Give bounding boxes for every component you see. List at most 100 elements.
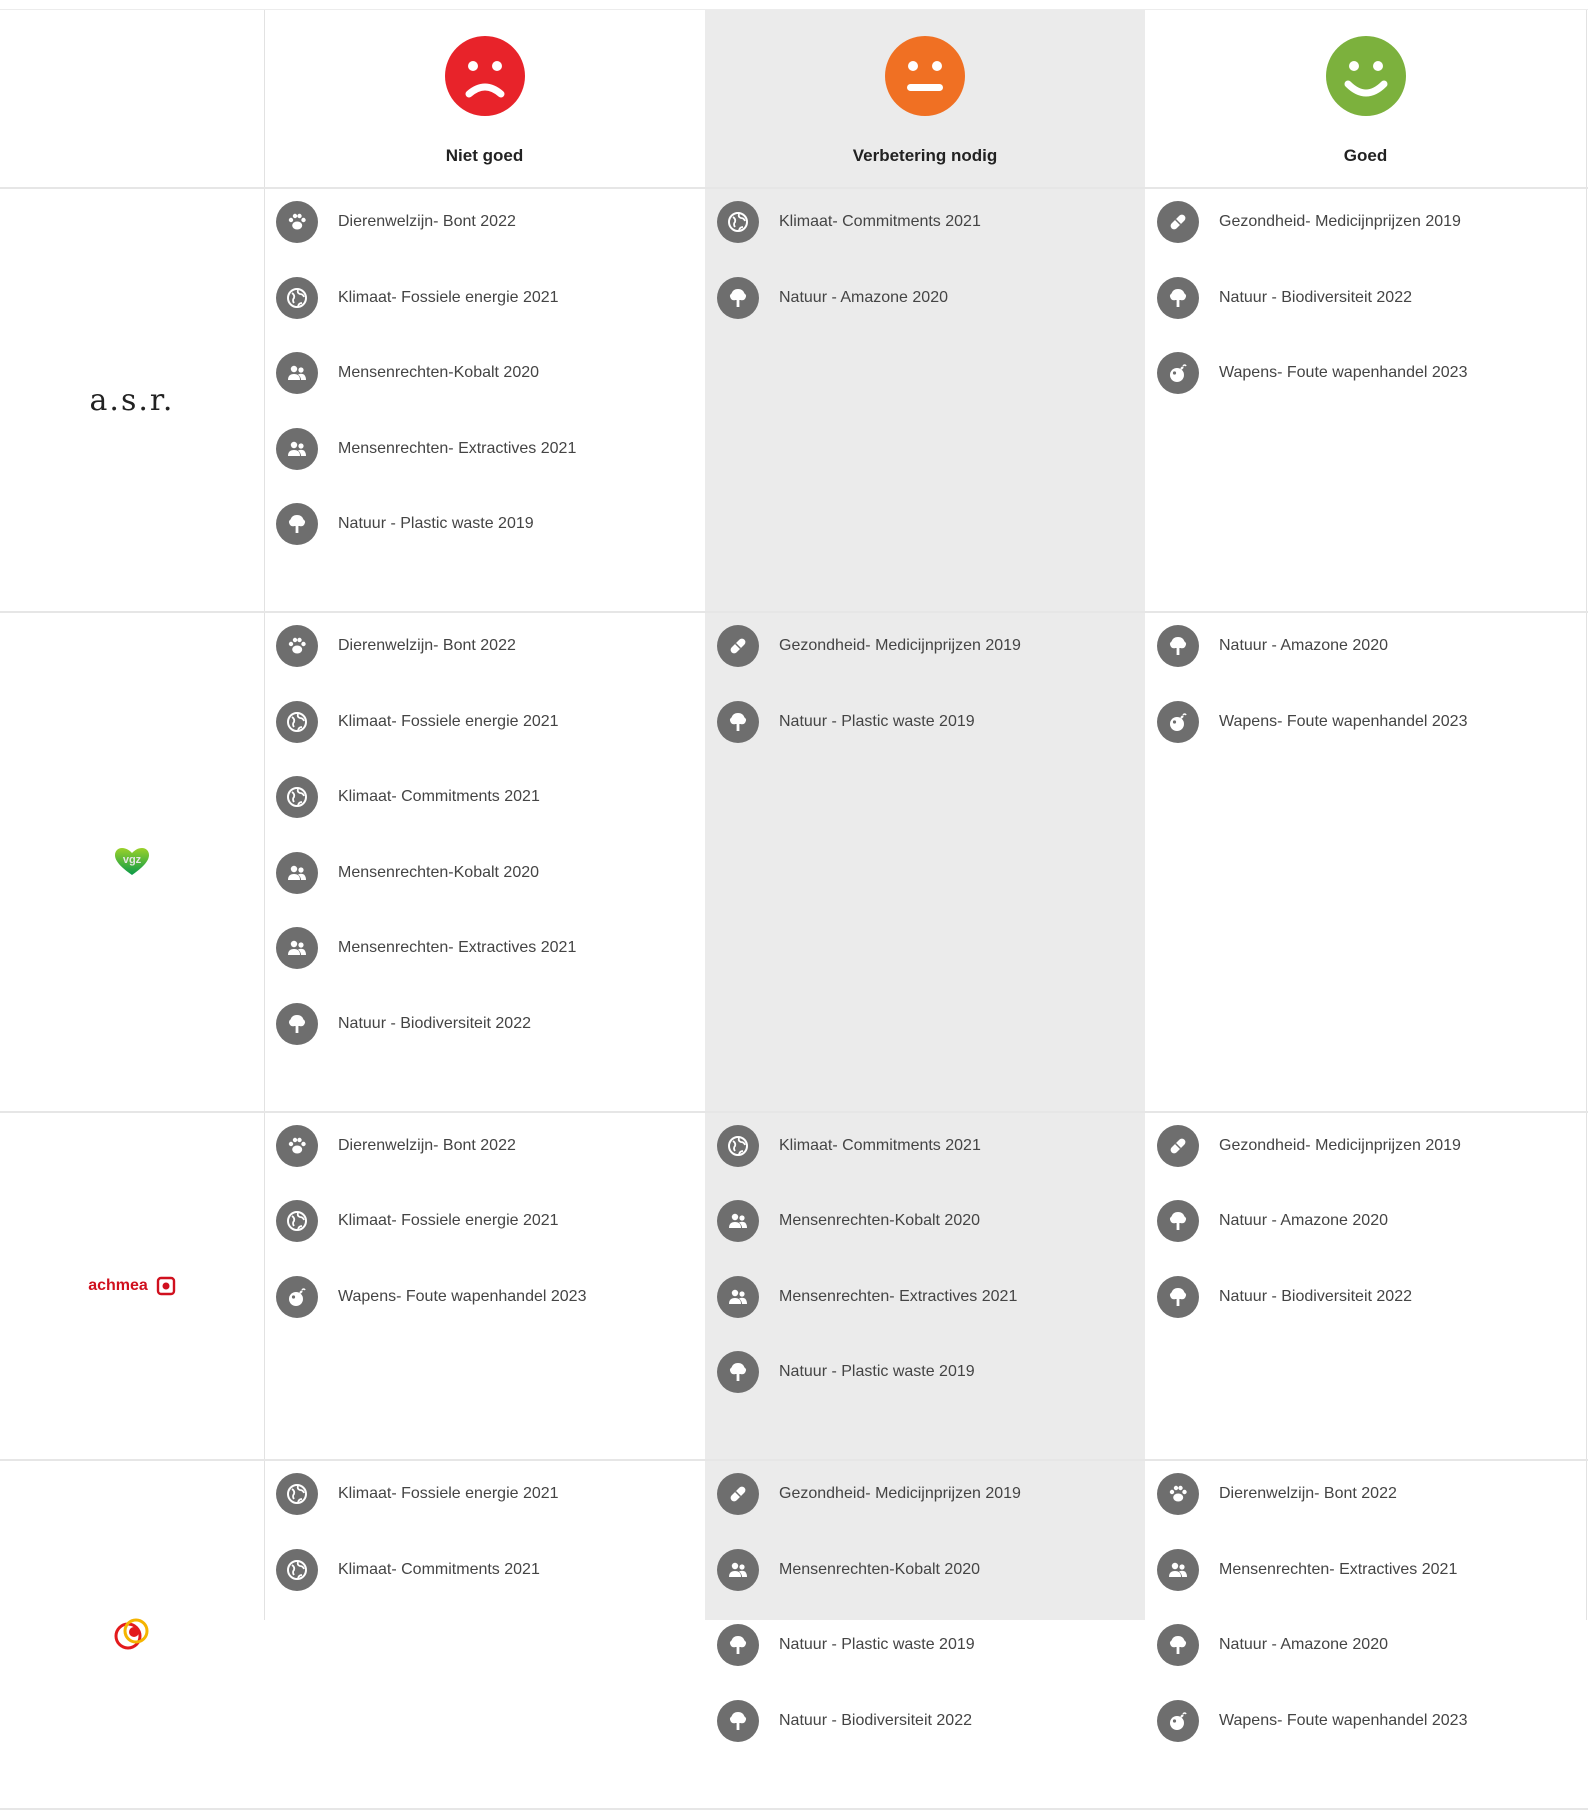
topic-item[interactable]: Klimaat- Fossiele energie 2021 [276, 700, 559, 744]
tree-icon [717, 1699, 759, 1742]
pill-icon [717, 1473, 759, 1515]
tree-icon [1157, 1200, 1199, 1242]
topic-item[interactable]: Natuur - Amazone 2020 [1157, 1199, 1388, 1243]
topic-item[interactable]: Klimaat- Commitments 2021 [276, 1548, 540, 1592]
topic-item[interactable]: Natuur - Biodiversiteit 2022 [1157, 1275, 1412, 1319]
topic-item[interactable]: Natuur - Amazone 2020 [1157, 624, 1388, 668]
topic-item[interactable]: Natuur - Biodiversiteit 2022 [276, 1002, 531, 1046]
vgz-logo: vgz [115, 847, 149, 875]
topic-item[interactable]: Dierenwelzijn- Bont 2022 [276, 624, 516, 668]
topic-label: Dierenwelzijn- Bont 2022 [338, 637, 516, 654]
pill-icon [1157, 1124, 1199, 1167]
topic-item[interactable]: Wapens- Foute wapenhandel 2023 [276, 1275, 586, 1319]
topic-label: Mensenrechten- Extractives 2021 [779, 1287, 1018, 1305]
topic-label: Dierenwelzijn- Bont 2022 [1219, 1485, 1397, 1502]
pill-icon [717, 625, 759, 667]
topic-label: Klimaat- Commitments 2021 [338, 788, 540, 805]
topic-label: Wapens- Foute wapenhandel 2023 [338, 1287, 587, 1305]
topic-item[interactable]: Dierenwelzijn- Bont 2022 [276, 200, 516, 244]
topic-item[interactable]: Dierenwelzijn- Bont 2022 [1157, 1472, 1397, 1516]
globe-icon [276, 1548, 318, 1591]
topic-label: Klimaat- Fossiele energie 2021 [338, 1485, 559, 1502]
topic-item[interactable]: Gezondheid- Medicijnprijzen 2019 [1157, 200, 1461, 244]
rating-column-verbetering: Klimaat- Commitments 2021 Mensenrechten-K… [705, 1112, 1145, 1461]
company-logo-cell: achmea [0, 1112, 264, 1461]
tree-icon [276, 503, 318, 545]
topic-label: Natuur - Plastic waste 2019 [338, 515, 534, 532]
column-title: Verbetering nodig [852, 146, 998, 165]
topic-item[interactable]: Klimaat- Commitments 2021 [717, 1124, 981, 1168]
topic-item[interactable]: Mensenrechten-Kobalt 2020 [276, 851, 539, 895]
column-title: Niet goed [445, 146, 524, 165]
topic-item[interactable]: Klimaat- Fossiele energie 2021 [276, 1472, 559, 1516]
topic-item[interactable]: Wapens- Foute wapenhandel 2023 [1157, 700, 1467, 744]
topic-label: Klimaat- Fossiele energie 2021 [338, 1212, 559, 1229]
people-icon [276, 427, 318, 470]
topic-item[interactable]: Mensenrechten-Kobalt 2020 [276, 351, 539, 395]
topic-item[interactable]: Dierenwelzijn- Bont 2022 [276, 1124, 516, 1168]
topic-label: Natuur - Biodiversiteit 2022 [1219, 1287, 1412, 1305]
company-row: a.s.r. Dierenwelzijn- Bont 2022 Klimaat- F… [0, 188, 1588, 612]
topic-item[interactable]: Natuur - Biodiversiteit 2022 [1157, 276, 1412, 320]
topic-item[interactable]: Natuur - Biodiversiteit 2022 [717, 1699, 972, 1743]
people-icon [717, 1548, 759, 1591]
company-row: achmea Dierenwelzijn- Bont 2022 Klimaat- F… [0, 1112, 1588, 1461]
topic-label: Natuur - Biodiversiteit 2022 [1219, 288, 1412, 306]
people-icon [276, 927, 318, 969]
topic-item[interactable]: Mensenrechten- Extractives 2021 [276, 427, 576, 471]
rating-column-niet-goed: Dierenwelzijn- Bont 2022 Klimaat- Fossiel… [264, 188, 705, 612]
topic-item[interactable]: Klimaat- Fossiele energie 2021 [276, 1199, 559, 1243]
rating-column-niet-goed: Dierenwelzijn- Bont 2022 Klimaat- Fossiel… [264, 612, 705, 1112]
topic-label: Wapens- Foute wapenhandel 2023 [1219, 364, 1468, 381]
tree-icon [717, 276, 759, 319]
header-cell-happy: Goed [1145, 10, 1586, 188]
topic-label: Klimaat- Fossiele energie 2021 [338, 288, 559, 306]
topic-label: Klimaat- Commitments 2021 [779, 1136, 981, 1154]
topic-item[interactable]: Mensenrechten- Extractives 2021 [717, 1275, 1017, 1319]
globe-icon [276, 700, 318, 743]
globe-icon [276, 1473, 318, 1515]
topic-item[interactable]: Gezondheid- Medicijnprijzen 2019 [717, 1472, 1021, 1516]
topic-item[interactable]: Natuur - Plastic waste 2019 [717, 700, 975, 744]
topic-label: Mensenrechten-Kobalt 2020 [779, 1560, 981, 1578]
tree-icon [717, 700, 759, 743]
topic-label: Gezondheid- Medicijnprijzen 2019 [779, 1485, 1021, 1502]
rating-column-niet-goed: Dierenwelzijn- Bont 2022 Klimaat- Fossiel… [264, 1112, 705, 1461]
topic-item[interactable]: Wapens- Foute wapenhandel 2023 [1157, 1699, 1467, 1743]
topic-item[interactable]: Natuur - Plastic waste 2019 [276, 502, 534, 546]
topic-label: Gezondheid- Medicijnprijzen 2019 [779, 637, 1021, 654]
topic-item[interactable]: Natuur - Amazone 2020 [1157, 1623, 1388, 1667]
topic-label: Gezondheid- Medicijnprijzen 2019 [1219, 1136, 1461, 1154]
header-cell-neutral: Verbetering nodig [705, 10, 1145, 188]
topic-item[interactable]: Mensenrechten- Extractives 2021 [276, 926, 576, 970]
topic-item[interactable]: Gezondheid- Medicijnprijzen 2019 [1157, 1124, 1461, 1168]
topic-label: Mensenrechten- Extractives 2021 [338, 439, 577, 457]
tree-icon [1157, 1624, 1199, 1666]
globe-icon [717, 201, 759, 243]
tree-icon [276, 1002, 318, 1045]
topic-item[interactable]: Mensenrechten- Extractives 2021 [1157, 1548, 1457, 1592]
topic-label: Natuur - Plastic waste 2019 [779, 1636, 975, 1653]
people-icon [276, 851, 318, 894]
bomb-icon [1157, 700, 1199, 743]
topic-item[interactable]: Wapens- Foute wapenhandel 2023 [1157, 351, 1467, 395]
tree-icon [1157, 625, 1199, 667]
topic-item[interactable]: Klimaat- Commitments 2021 [717, 200, 981, 244]
topic-item[interactable]: Klimaat- Fossiele energie 2021 [276, 276, 559, 320]
topic-label: Dierenwelzijn- Bont 2022 [338, 213, 516, 230]
topic-item[interactable]: Klimaat- Commitments 2021 [276, 775, 540, 819]
topic-item[interactable]: Natuur - Plastic waste 2019 [717, 1350, 975, 1394]
globe-icon [717, 1124, 759, 1167]
topic-item[interactable]: Natuur - Plastic waste 2019 [717, 1623, 975, 1667]
topic-label: Natuur - Biodiversiteit 2022 [338, 1014, 531, 1032]
neutral-face-icon [885, 36, 965, 116]
topic-item[interactable]: Natuur - Amazone 2020 [717, 276, 948, 320]
tree-icon [1157, 1275, 1199, 1318]
globe-icon [276, 1200, 318, 1242]
globe-icon [276, 776, 318, 818]
company-row: Klimaat- Fossiele energie 2021 Klimaat- C… [0, 1460, 1588, 1809]
asr-logo: a.s.r. [89, 382, 175, 418]
topic-item[interactable]: Mensenrechten-Kobalt 2020 [717, 1548, 980, 1592]
topic-item[interactable]: Gezondheid- Medicijnprijzen 2019 [717, 624, 1021, 668]
topic-item[interactable]: Mensenrechten-Kobalt 2020 [717, 1199, 980, 1243]
